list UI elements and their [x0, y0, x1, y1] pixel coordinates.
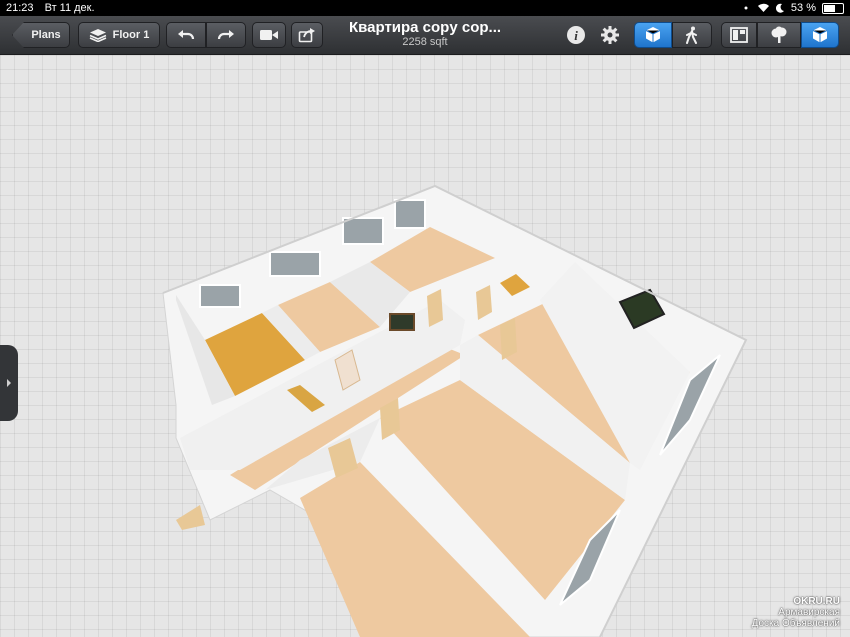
walking-person-icon: [686, 26, 697, 44]
window: [394, 199, 426, 229]
info-button[interactable]: i: [565, 24, 587, 46]
floor-selector-button[interactable]: Floor 1: [78, 22, 160, 48]
window: [269, 251, 321, 277]
battery-percent: 53 %: [790, 2, 816, 14]
dnd-moon-icon: [744, 6, 748, 10]
video-button[interactable]: [252, 22, 286, 48]
3d-canvas[interactable]: OKRU.RU Армавирская Доска Объявлений: [0, 55, 850, 637]
3d-box-icon: [812, 27, 828, 43]
door: [176, 505, 205, 530]
svg-text:i: i: [574, 28, 578, 43]
plan-title: Квартира copy cop...: [348, 19, 502, 36]
battery-icon: [822, 2, 844, 14]
3d-view-button[interactable]: [801, 22, 839, 48]
orbit-view-button[interactable]: [634, 22, 672, 48]
plan-area: 2258 sqft: [402, 36, 448, 48]
toolbar: Plans Floor 1 Квартира copy cop... 2258 …: [0, 16, 850, 55]
window: [199, 284, 241, 308]
layers-icon: [89, 29, 106, 42]
share-icon: [298, 28, 315, 43]
watermark-line-1: OKRU.RU: [793, 596, 840, 607]
plan-title-block: Квартира copy cop... 2258 sqft: [320, 19, 530, 48]
walk-view-button[interactable]: [672, 22, 712, 48]
floor-plan-icon: [730, 27, 748, 43]
2d-plan-view-button[interactable]: [721, 22, 757, 48]
tree-icon: [771, 26, 787, 43]
wifi-icon: [757, 3, 769, 12]
undo-icon: [178, 30, 195, 40]
floor-plan-3d-model[interactable]: [0, 55, 850, 637]
chevron-right-icon: [7, 379, 11, 387]
info-icon: i: [567, 26, 585, 44]
gear-icon: [601, 26, 619, 44]
share-button[interactable]: [291, 22, 323, 48]
settings-button[interactable]: [599, 24, 621, 46]
undo-button[interactable]: [166, 22, 206, 48]
status-bar: 21:23 Вт 11 дек. 53 %: [0, 0, 850, 16]
window: [342, 217, 384, 245]
watermark-line-2: Армавирская: [778, 607, 840, 618]
landscape-view-button[interactable]: [757, 22, 801, 48]
status-time: 21:23: [6, 2, 34, 14]
side-panel-handle[interactable]: [0, 345, 18, 421]
wall-painting: [389, 313, 415, 331]
watermark-line-3: Доска Объявлений: [751, 618, 840, 629]
moon-icon: [775, 3, 784, 13]
watermark: OKRU.RU Армавирская Доска Объявлений: [752, 596, 840, 629]
status-date: Вт 11 дек.: [44, 2, 95, 14]
back-button-label: Plans: [31, 29, 61, 41]
redo-icon: [217, 30, 234, 40]
back-to-plans-button[interactable]: Plans: [12, 22, 70, 48]
floor-label: Floor 1: [112, 29, 150, 41]
cube-icon: [645, 27, 661, 43]
redo-button[interactable]: [206, 22, 246, 48]
video-camera-icon: [260, 30, 278, 40]
